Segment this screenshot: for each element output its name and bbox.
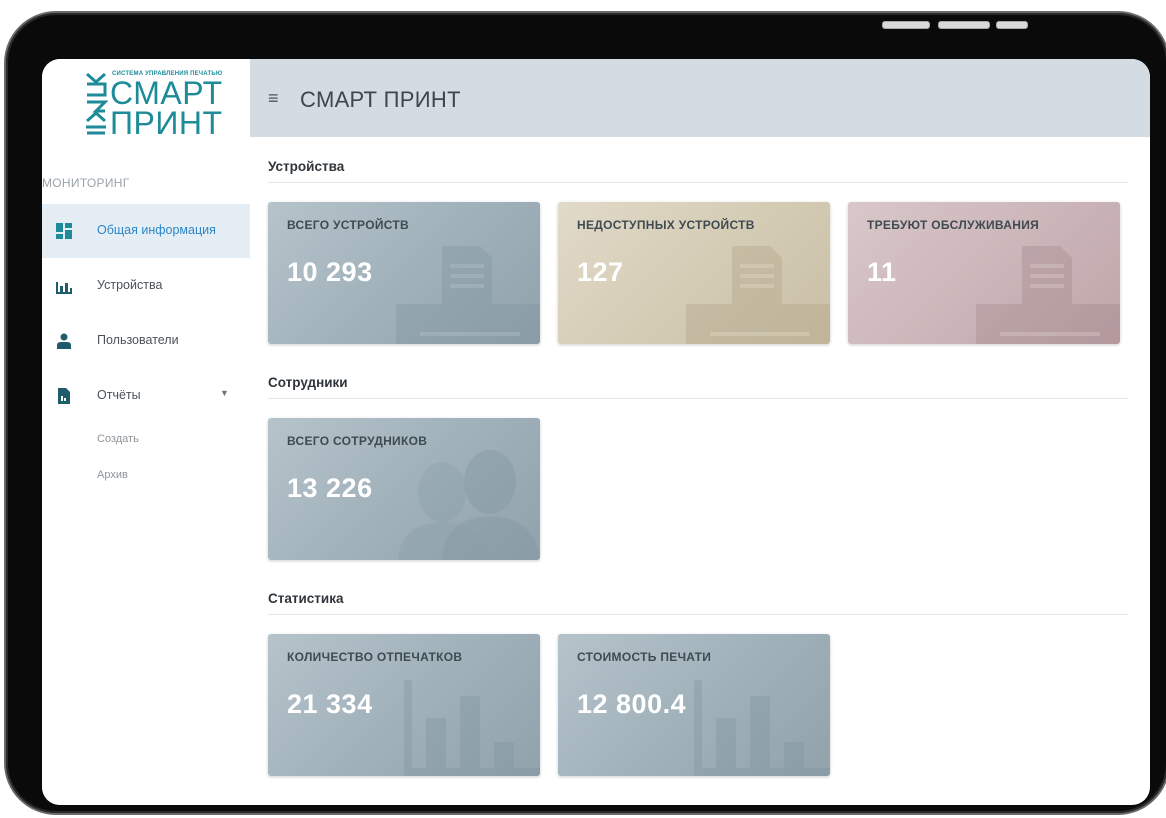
divider xyxy=(268,398,1128,399)
user-icon xyxy=(57,333,71,349)
sidebar-item-reports[interactable]: Отчёты ▼ xyxy=(42,369,250,423)
bar-chart-icon xyxy=(56,282,72,294)
stat-card-value: 21 334 xyxy=(287,689,373,719)
page-title: СМАРТ ПРИНТ xyxy=(300,87,461,112)
logo: СИСТЕМА УПРАВЛЕНИЯ ПЕЧАТЬЮ СМАРТ ПРИНТ xyxy=(84,69,234,139)
divider xyxy=(268,182,1128,183)
hardware-button xyxy=(938,21,990,29)
stat-card-total-devices[interactable]: ВСЕГО УСТРОЙСТВ 10 293 xyxy=(268,202,540,344)
logo-text: ПРИНТ xyxy=(110,105,223,141)
menu-icon[interactable]: ≡ xyxy=(268,89,279,107)
divider xyxy=(268,614,1128,615)
printer-icon xyxy=(686,246,830,344)
sidebar-subitem-archive[interactable]: Архив xyxy=(97,469,128,481)
hardware-button xyxy=(996,21,1028,29)
stat-card-label: ВСЕГО СОТРУДНИКОВ xyxy=(287,434,428,448)
stat-card-value: 13 226 xyxy=(287,473,373,503)
stat-card-label: СТОИМОСТЬ ПЕЧАТИ xyxy=(577,650,712,664)
dashboard-content: Устройства ВСЕГО УСТРОЙСТВ 10 293 НЕДОСТ… xyxy=(268,137,1128,805)
sidebar-item-label: Устройства xyxy=(97,278,163,292)
bar-chart-icon xyxy=(694,680,830,776)
stat-card-value: 11 xyxy=(867,257,897,287)
sidebar: СИСТЕМА УПРАВЛЕНИЯ ПЕЧАТЬЮ СМАРТ ПРИНТ М… xyxy=(42,59,250,805)
bar-chart-icon xyxy=(404,680,540,776)
stat-card-value: 12 800.4 xyxy=(577,689,687,719)
stat-card-value: 127 xyxy=(577,257,624,287)
sidebar-item-label: Отчёты xyxy=(97,388,141,402)
sidebar-item-label: Общая информация xyxy=(97,223,216,237)
stat-card-value: 10 293 xyxy=(287,257,373,287)
stat-card-total-employees[interactable]: ВСЕГО СОТРУДНИКОВ 13 226 xyxy=(268,418,540,560)
sidebar-item-users[interactable]: Пользователи xyxy=(42,314,250,368)
stat-card-unavailable-devices[interactable]: НЕДОСТУПНЫХ УСТРОЙСТВ 127 xyxy=(558,202,830,344)
dashboard-icon xyxy=(56,223,72,239)
document-icon xyxy=(58,388,70,404)
stat-card-label: ТРЕБУЮТ ОБСЛУЖИВАНИЯ xyxy=(867,218,1040,232)
app-screen: СИСТЕМА УПРАВЛЕНИЯ ПЕЧАТЬЮ СМАРТ ПРИНТ М… xyxy=(42,59,1150,805)
printer-icon xyxy=(396,246,540,344)
hardware-button xyxy=(882,21,930,29)
stat-card-print-cost[interactable]: СТОИМОСТЬ ПЕЧАТИ 12 800.4 xyxy=(558,634,830,776)
printer-icon xyxy=(976,246,1120,344)
sidebar-item-devices[interactable]: Устройства xyxy=(42,259,250,313)
stat-card-label: ВСЕГО УСТРОЙСТВ xyxy=(287,218,410,232)
stat-card-print-count[interactable]: КОЛИЧЕСТВО ОТПЕЧАТКОВ 21 334 xyxy=(268,634,540,776)
top-bar: ≡ СМАРТ ПРИНТ xyxy=(250,59,1150,137)
chevron-down-icon[interactable]: ▼ xyxy=(220,388,229,398)
tablet-frame: СИСТЕМА УПРАВЛЕНИЯ ПЕЧАТЬЮ СМАРТ ПРИНТ М… xyxy=(6,13,1166,813)
section-title-statistics: Статистика xyxy=(268,591,344,606)
section-title-employees: Сотрудники xyxy=(268,375,348,390)
stat-card-label: КОЛИЧЕСТВО ОТПЕЧАТКОВ xyxy=(287,650,463,664)
sidebar-item-overview[interactable]: Общая информация xyxy=(42,204,250,258)
section-title-devices: Устройства xyxy=(268,159,345,174)
sidebar-subitem-create[interactable]: Создать xyxy=(97,433,139,445)
stat-card-label: НЕДОСТУПНЫХ УСТРОЙСТВ xyxy=(577,218,755,232)
sidebar-item-label: Пользователи xyxy=(97,333,179,347)
sidebar-section-label: МОНИТОРИНГ xyxy=(42,176,130,190)
stat-card-service-required[interactable]: ТРЕБУЮТ ОБСЛУЖИВАНИЯ 11 xyxy=(848,202,1120,344)
people-icon xyxy=(398,450,540,560)
logo-icon xyxy=(86,72,108,135)
